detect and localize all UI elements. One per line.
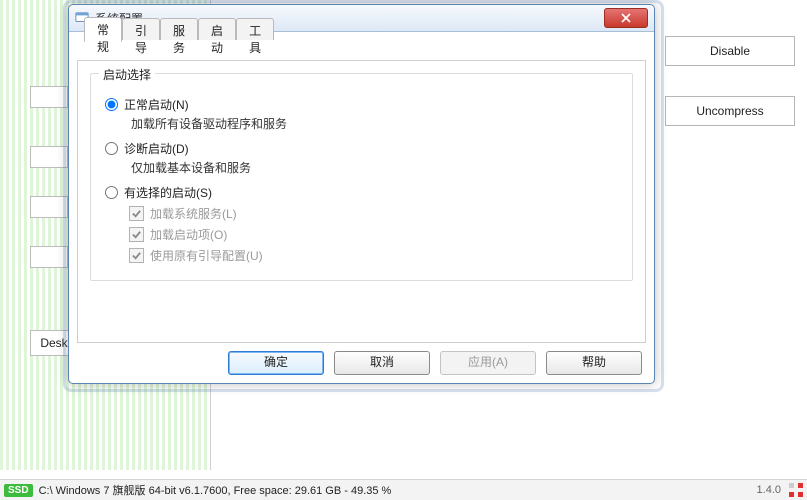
startup-selection-group: 启动选择 正常启动(N) 加载所有设备驱动程序和服务 诊断启动(D) 仅加载基本… — [90, 73, 633, 281]
cancel-button[interactable]: 取消 — [334, 351, 430, 375]
bg-input-3[interactable] — [30, 196, 68, 218]
desk-label: Desk — [40, 336, 67, 350]
radio-normal-sub: 加载所有设备驱动程序和服务 — [131, 115, 620, 132]
close-button[interactable] — [604, 8, 648, 28]
checkbox-icon — [129, 206, 144, 221]
radio-diag-label: 诊断启动(D) — [124, 140, 189, 157]
radio-diagnostic-startup[interactable]: 诊断启动(D) — [103, 140, 620, 157]
btn-label: 帮助 — [582, 355, 606, 369]
disable-button[interactable]: Disable — [665, 36, 795, 66]
tray-icon[interactable] — [789, 483, 803, 497]
btn-label: 确定 — [264, 355, 288, 369]
dialog-buttons: 确定 取消 应用(A) 帮助 — [228, 351, 642, 375]
radio-select-input[interactable] — [105, 186, 118, 199]
check-label: 加载启动项(O) — [150, 226, 227, 243]
status-bar: SSD C:\ Windows 7 旗舰版 64-bit v6.1.7600, … — [0, 479, 807, 500]
ssd-badge: SSD — [4, 484, 33, 497]
help-button[interactable]: 帮助 — [546, 351, 642, 375]
tab-startup[interactable]: 启动 — [198, 18, 236, 40]
bg-input-1[interactable] — [30, 86, 68, 108]
uncompress-button[interactable]: Uncompress — [665, 96, 795, 126]
bg-input-4[interactable] — [30, 246, 68, 268]
disable-label: Disable — [710, 44, 750, 58]
check-load-startup: 加载启动项(O) — [129, 226, 620, 243]
dialog-body: 启动选择 正常启动(N) 加载所有设备驱动程序和服务 诊断启动(D) 仅加载基本… — [77, 60, 646, 343]
checkbox-icon — [129, 227, 144, 242]
tab-general[interactable]: 常规 — [84, 17, 122, 42]
btn-label: 应用(A) — [468, 355, 508, 369]
msconfig-dialog: 系统配置 常规 引导 服务 启动 工具 启动选择 正常启动(N) — [68, 4, 655, 384]
bg-input-2[interactable] — [30, 146, 68, 168]
radio-selective-startup[interactable]: 有选择的启动(S) — [103, 184, 620, 201]
tab-label: 引导 — [135, 24, 147, 55]
uncompress-label: Uncompress — [696, 104, 763, 118]
status-text: C:\ Windows 7 旗舰版 64-bit v6.1.7600, Free… — [39, 482, 392, 498]
check-load-services: 加载系统服务(L) — [129, 205, 620, 222]
tab-label: 常规 — [97, 23, 109, 54]
close-icon — [621, 13, 631, 23]
tab-label: 工具 — [249, 24, 261, 55]
tab-bar: 常规 引导 服务 启动 工具 — [84, 17, 274, 39]
radio-normal-label: 正常启动(N) — [124, 96, 189, 113]
group-label: 启动选择 — [99, 66, 155, 83]
radio-diag-sub: 仅加载基本设备和服务 — [131, 159, 620, 176]
check-label: 使用原有引导配置(U) — [150, 247, 263, 264]
selective-checks: 加载系统服务(L) 加载启动项(O) 使用原有引导配置(U) — [129, 205, 620, 264]
check-use-original-boot: 使用原有引导配置(U) — [129, 247, 620, 264]
tab-label: 服务 — [173, 24, 185, 55]
checkbox-icon — [129, 248, 144, 263]
radio-select-label: 有选择的启动(S) — [124, 184, 212, 201]
btn-label: 取消 — [370, 355, 394, 369]
tab-label: 启动 — [211, 24, 223, 55]
tab-tools[interactable]: 工具 — [236, 18, 274, 40]
radio-normal-input[interactable] — [105, 98, 118, 111]
radio-normal-startup[interactable]: 正常启动(N) — [103, 96, 620, 113]
tab-boot[interactable]: 引导 — [122, 18, 160, 40]
check-label: 加载系统服务(L) — [150, 205, 237, 222]
ok-button[interactable]: 确定 — [228, 351, 324, 375]
radio-diag-input[interactable] — [105, 142, 118, 155]
apply-button: 应用(A) — [440, 351, 536, 375]
tab-services[interactable]: 服务 — [160, 18, 198, 40]
version-text: 1.4.0 — [757, 484, 781, 496]
